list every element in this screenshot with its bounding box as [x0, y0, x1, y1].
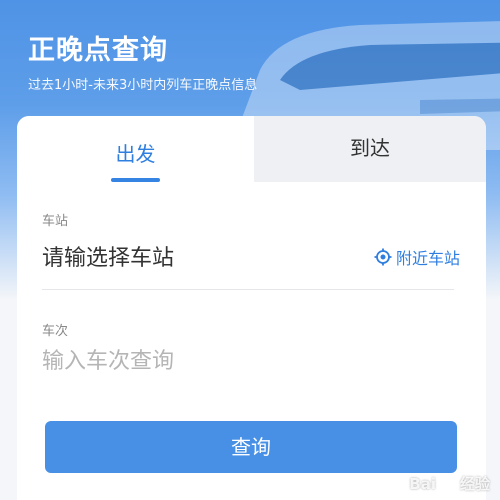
tab-depart[interactable]: 出发 [17, 116, 254, 186]
page: 正晚点查询 过去1小时-未来3小时内列车正晚点信息 出发 到达 车站 请输选择车… [0, 0, 500, 500]
tab-bar: 出发 到达 [17, 116, 486, 186]
nearby-stations-button[interactable]: 附近车站 [374, 245, 460, 269]
station-select[interactable]: 请输选择车站 [42, 240, 174, 272]
nearby-stations-label: 附近车站 [395, 249, 460, 268]
tab-active-indicator [111, 178, 160, 182]
location-target-icon [374, 248, 392, 266]
train-number-field-label: 车次 [42, 324, 69, 339]
query-card: 出发 到达 车站 请输选择车站 附近车站 车次 查询 [17, 116, 486, 500]
watermark-text-right: 经验 [459, 475, 490, 493]
station-field-label: 车站 [42, 214, 69, 229]
query-button[interactable]: 查询 [45, 421, 457, 473]
field-divider [42, 289, 454, 290]
tab-depart-label: 出发 [115, 142, 156, 166]
baidu-paw-icon [440, 476, 456, 491]
page-subtitle: 过去1小时-未来3小时内列车正晚点信息 [28, 78, 258, 93]
page-title: 正晚点查询 [28, 35, 168, 66]
tab-arrive[interactable]: 到达 [254, 116, 486, 182]
baidu-watermark: Bai 经验 [409, 473, 490, 494]
watermark-text-left: Bai [409, 474, 436, 493]
train-number-input[interactable] [42, 344, 342, 378]
tab-arrive-label: 到达 [350, 136, 390, 160]
